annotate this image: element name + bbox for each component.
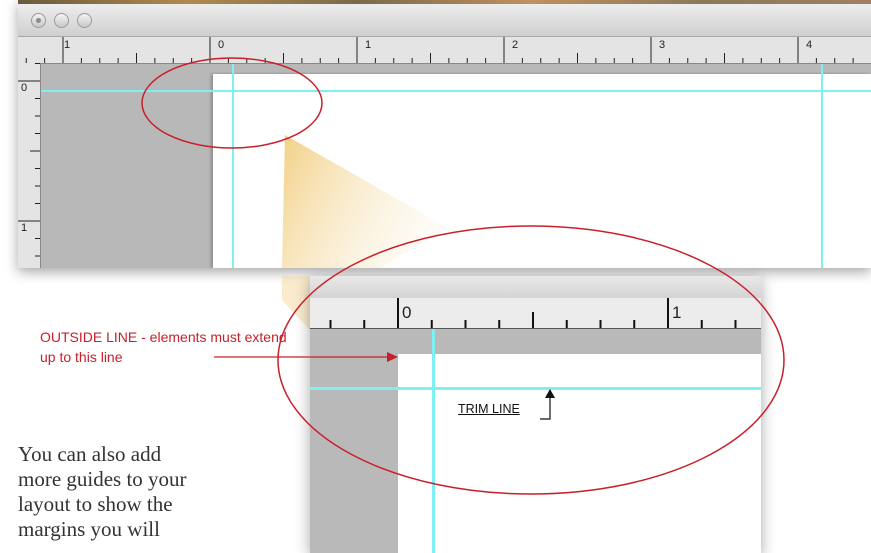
trim-line-caption: TRIM LINE — [458, 402, 520, 416]
ruler-label: 0 — [402, 303, 412, 322]
body-paragraph: You can also add more guides to your lay… — [18, 442, 187, 541]
zoomed-detail-view: 0 1 — [310, 276, 761, 553]
zoomed-horizontal-ruler: 0 1 — [310, 298, 761, 329]
zoomed-document-page — [398, 354, 761, 553]
zoomed-bleed-guide-horizontal — [310, 387, 761, 390]
zoomed-ruler-ticks — [329, 298, 737, 328]
zoom-toolbar-strip — [310, 276, 761, 298]
outside-line-caption: OUTSIDE LINE - elements must extend up t… — [40, 329, 287, 365]
zoomed-bleed-guide-vertical — [432, 329, 435, 553]
ruler-label: 1 — [672, 303, 682, 322]
